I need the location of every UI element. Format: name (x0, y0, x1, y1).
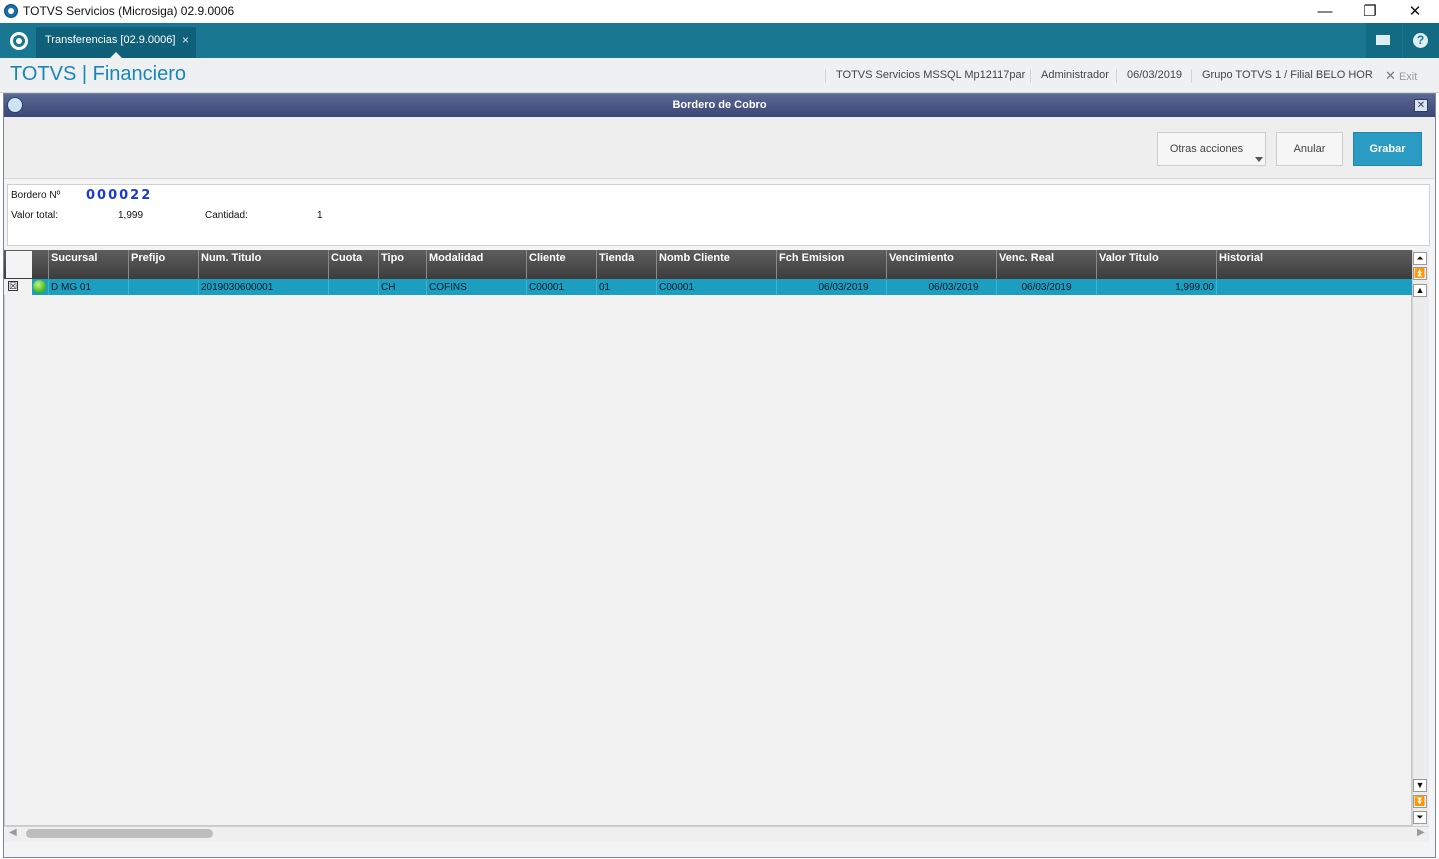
chevron-down-icon[interactable] (1255, 157, 1263, 162)
scroll-bottom-icon[interactable]: ⏷ (1413, 811, 1427, 824)
save-button[interactable]: Grabar (1353, 132, 1422, 166)
cancel-button[interactable]: Anular (1276, 132, 1343, 166)
app-logo-icon (4, 4, 18, 18)
col-sucursal[interactable]: Sucursal (48, 250, 128, 279)
window-title: TOTVS Servicios (Microsiga) 02.9.0006 (23, 4, 235, 18)
col-nomb-cliente[interactable]: Nomb Cliente (656, 250, 776, 279)
bordero-label: Bordero Nº (11, 190, 61, 201)
col-cuota[interactable]: Cuota (328, 250, 378, 279)
grid-corner (6, 251, 32, 278)
row-checkbox[interactable]: ☒ (8, 281, 18, 291)
scroll-right-icon[interactable]: ▶ (1417, 827, 1425, 838)
dialog-title: Bordero de Cobro (672, 99, 767, 111)
close-window-button[interactable]: ✕ (1392, 0, 1438, 23)
cell-cliente[interactable]: C00001 (526, 280, 596, 295)
col-historial[interactable]: Historial (1216, 250, 1412, 279)
cell-cuota[interactable] (328, 280, 378, 295)
quantity-label: Cantidad: (205, 210, 248, 221)
brand-title: TOTVS | Financiero (10, 63, 186, 85)
col-modalidad[interactable]: Modalidad (426, 250, 526, 279)
cell-prefijo[interactable] (128, 280, 198, 295)
scroll-page-up-icon[interactable]: ⏫ (1413, 267, 1427, 280)
quantity-value: 1 (317, 210, 323, 221)
cell-vencimiento[interactable]: 06/03/2019 (886, 280, 996, 295)
cell-tipo[interactable]: CH (378, 280, 426, 295)
titles-grid[interactable] (4, 250, 1412, 826)
cell-num-titulo[interactable]: 2019030600001 (198, 280, 328, 295)
cell-nomb-cliente[interactable]: C00001 (656, 280, 776, 295)
col-prefijo[interactable]: Prefijo (128, 250, 198, 279)
horizontal-scrollbar[interactable] (4, 826, 1429, 842)
branch-info[interactable]: Grupo TOTVS 1 / Filial BELO HOR (1191, 69, 1383, 83)
col-venc-real[interactable]: Venc. Real (996, 250, 1096, 279)
bordero-number: 000022 (86, 188, 153, 203)
other-actions-button[interactable]: Otras acciones (1157, 132, 1266, 166)
scroll-down-icon[interactable]: ▼ (1413, 779, 1427, 792)
scroll-page-down-icon[interactable]: ⏬ (1413, 795, 1427, 808)
green-status-icon (33, 280, 46, 293)
exit-label[interactable]: Exit (1399, 71, 1417, 83)
col-valor-titulo[interactable]: Valor Titulo (1096, 250, 1216, 279)
col-fch-emision[interactable]: Fch Emision (776, 250, 886, 279)
cell-valor-titulo[interactable]: 1,999.00 (1096, 280, 1216, 295)
total-value: 1,999 (118, 210, 144, 221)
scroll-left-icon[interactable]: ◀ (9, 827, 17, 838)
tab-label[interactable]: Transferencias [02.9.0006] (45, 34, 175, 46)
help-icon[interactable]: ? (1413, 33, 1428, 48)
totvs-logo-icon[interactable] (10, 32, 28, 50)
horizontal-scroll-thumb[interactable] (26, 829, 213, 838)
user-info: Administrador (1030, 69, 1119, 83)
restore-button[interactable]: ❐ (1347, 0, 1393, 23)
cell-sucursal[interactable]: D MG 01 (48, 280, 128, 295)
cell-tienda[interactable]: 01 (596, 280, 656, 295)
scroll-top-icon[interactable]: ⏶ (1413, 252, 1427, 265)
cell-modalidad[interactable]: COFINS (426, 280, 526, 295)
col-tienda[interactable]: Tienda (596, 250, 656, 279)
exit-button[interactable]: ✕ Exit (1385, 68, 1417, 84)
total-label: Valor total: (11, 210, 59, 221)
col-cliente[interactable]: Cliente (526, 250, 596, 279)
close-icon[interactable]: ✕ (1385, 68, 1396, 83)
server-info: TOTVS Servicios MSSQL Mp12117par (825, 69, 1035, 83)
minimize-button[interactable]: — (1302, 0, 1348, 23)
col-tipo[interactable]: Tipo (378, 250, 426, 279)
scroll-up-icon[interactable]: ▲ (1413, 284, 1427, 297)
col-num-titulo[interactable]: Num. Titulo (198, 250, 328, 279)
col-vencimiento[interactable]: Vencimiento (886, 250, 996, 279)
tab-close-icon[interactable]: × (182, 33, 189, 47)
cell-fch-emision[interactable]: 06/03/2019 (776, 280, 886, 295)
dialog-close-icon[interactable]: ✕ (1414, 99, 1428, 112)
cell-historial[interactable] (1216, 280, 1412, 295)
tab-bar (0, 23, 1439, 58)
mail-icon[interactable] (1376, 35, 1390, 45)
cell-venc-real[interactable]: 06/03/2019 (996, 280, 1096, 295)
date-info: 06/03/2019 (1116, 69, 1192, 83)
vertical-scrollbar[interactable] (1412, 250, 1429, 826)
